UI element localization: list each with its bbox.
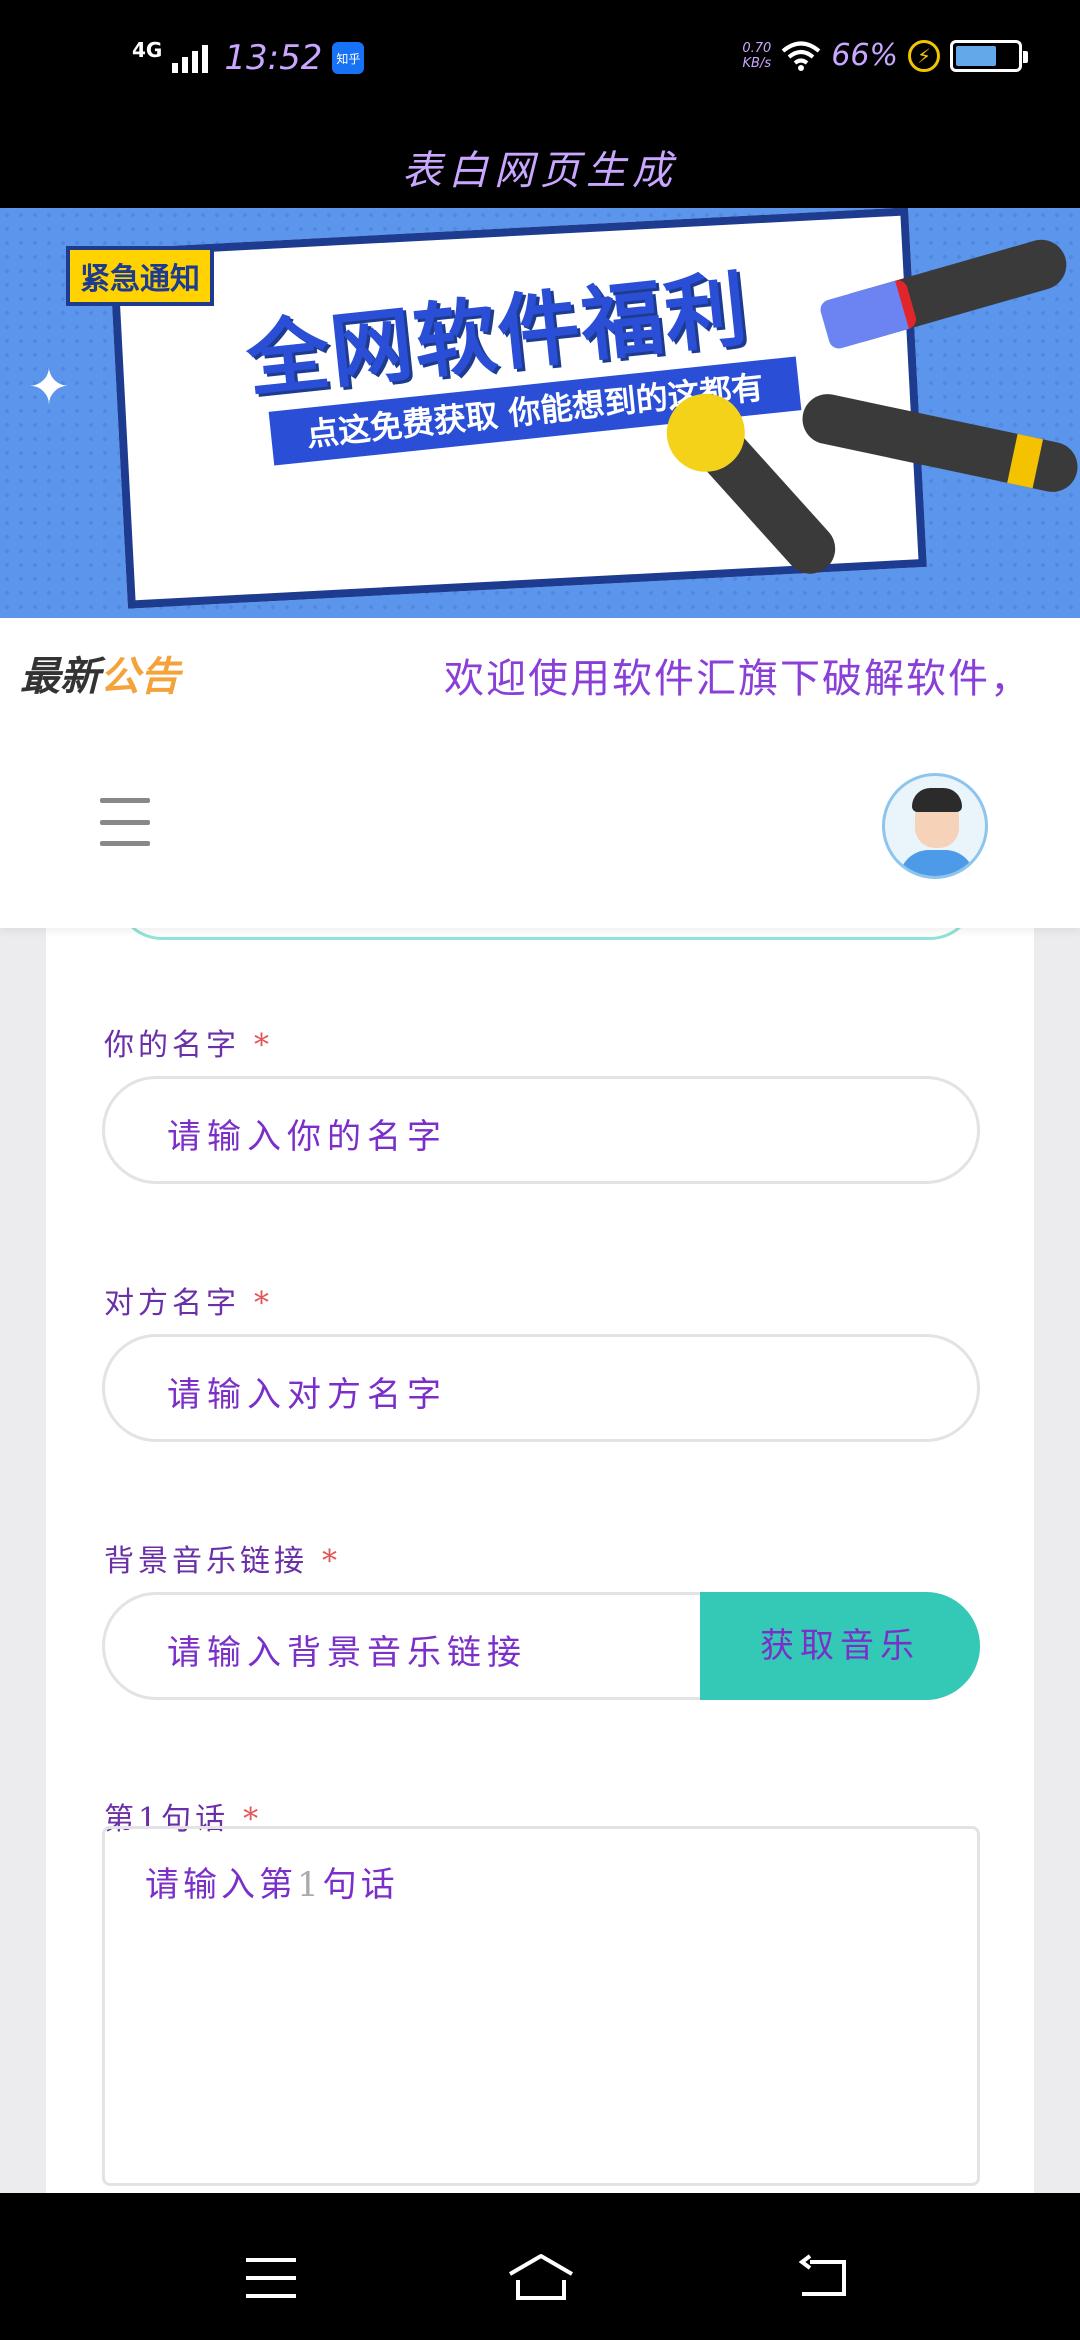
notice-logo-part1: 最新 (20, 654, 100, 700)
network-type: 4G (132, 38, 163, 62)
top-nav (0, 718, 1080, 928)
notice-logo: 最新公告 (20, 644, 180, 702)
home-icon[interactable] (506, 2252, 576, 2302)
their-name-input[interactable]: 请输入对方名字 (102, 1334, 980, 1442)
sparkle-icon: ✦ (28, 358, 70, 416)
required-mark: * (254, 1286, 273, 1321)
battery-icon (950, 39, 1028, 72)
promo-banner[interactable]: 紧急通知 全网软件福利 点这免费获取 你能想到的这都有 ✦ ✧ (0, 208, 1080, 618)
your-name-label-text: 你的名字 (104, 1028, 240, 1063)
back-icon[interactable] (796, 2254, 850, 2300)
their-name-label: 对方名字 * (104, 1278, 273, 1322)
previous-input-field[interactable] (116, 928, 976, 940)
battery-percent: 66% (831, 38, 898, 73)
charging-icon: ⚡ (908, 39, 940, 72)
sparkle-icon: ✧ (260, 458, 297, 509)
notice-logo-part2: 公告 (100, 654, 180, 700)
banner-tag: 紧急通知 (66, 246, 214, 306)
your-name-placeholder: 请输入你的名字 (167, 1117, 447, 1157)
clock: 13:52 (224, 38, 323, 78)
avatar[interactable] (882, 773, 988, 879)
notice-marquee-text: 欢迎使用软件汇旗下破解软件， (444, 656, 1032, 702)
wifi-icon (782, 41, 821, 71)
your-name-input[interactable]: 请输入你的名字 (102, 1076, 980, 1184)
status-right: 0.70 KB/s 66% ⚡ (742, 38, 1028, 73)
sentence1-placeholder: 请输入第1句话 (145, 1857, 399, 1906)
main-content: 你的名字 * 请输入你的名字 对方名字 * 请输入对方名字 背景音乐链接 * 请输入背… (0, 928, 1080, 2193)
signal-icon (172, 43, 209, 73)
avatar-hair (912, 788, 962, 812)
speed-value: 0.70 (742, 40, 772, 56)
sentence1-textarea[interactable]: 请输入第1句话 (102, 1826, 980, 2186)
recent-apps-icon[interactable] (246, 2258, 296, 2298)
music-link-input[interactable]: 请输入背景音乐链接 获取音乐 (102, 1592, 980, 1700)
status-left: 4G 13:52 知乎 (132, 38, 365, 78)
sentence1-placeholder-num: 1 (297, 1865, 323, 1905)
status-bar: 4G 13:52 知乎 0.70 KB/s 66% ⚡ 表白网页生成 (0, 0, 1080, 194)
music-link-placeholder: 请输入背景音乐链接 (167, 1633, 527, 1673)
form-card: 你的名字 * 请输入你的名字 对方名字 * 请输入对方名字 背景音乐链接 * 请输入背… (46, 928, 1034, 2193)
avatar-body (899, 850, 975, 876)
required-mark: * (322, 1544, 341, 1579)
music-link-label: 背景音乐链接 * (104, 1536, 341, 1580)
notice-bar[interactable]: 最新公告 欢迎使用软件汇旗下破解软件， (0, 618, 1080, 718)
required-mark: * (254, 1028, 273, 1063)
app-title: 表白网页生成 (402, 148, 678, 194)
music-link-label-text: 背景音乐链接 (104, 1544, 308, 1579)
system-nav-bar (0, 2212, 1080, 2340)
speed-unit: KB/s (742, 55, 772, 71)
their-name-label-text: 对方名字 (104, 1286, 240, 1321)
zhihu-notification-icon: 知乎 (332, 42, 365, 74)
menu-icon[interactable] (100, 798, 150, 846)
sentence1-placeholder-b: 句话 (322, 1865, 399, 1905)
your-name-label: 你的名字 * (104, 1020, 273, 1064)
sentence1-placeholder-a: 请输入第 (145, 1865, 297, 1905)
their-name-placeholder: 请输入对方名字 (167, 1375, 447, 1415)
get-music-button[interactable]: 获取音乐 (700, 1592, 980, 1700)
network-speed: 0.70 KB/s (742, 41, 771, 71)
